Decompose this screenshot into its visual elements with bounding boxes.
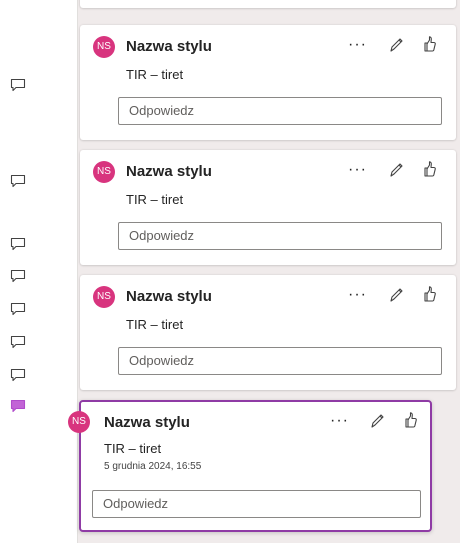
more-options-icon[interactable]: ···: [348, 162, 367, 178]
comment-marker-gutter: [0, 0, 78, 543]
avatar: NS: [93, 161, 115, 183]
comment-author: Nazwa stylu: [104, 414, 190, 431]
more-options-icon[interactable]: ···: [330, 413, 349, 429]
comment-text: TIR – tiret: [104, 441, 162, 456]
comment-card[interactable]: NS Nazwa stylu TIR – tiret ··· Odpowiedz: [80, 150, 456, 265]
comment-card[interactable]: NS Nazwa stylu TIR – tiret ··· Odpowiedz: [80, 275, 456, 390]
comment-card-partial: [80, 0, 456, 8]
comment-icon[interactable]: [10, 269, 26, 283]
thumbs-up-icon[interactable]: [421, 285, 437, 303]
comment-icon[interactable]: [10, 174, 26, 188]
more-options-icon[interactable]: ···: [348, 287, 367, 303]
comment-author: Nazwa stylu: [126, 163, 212, 180]
reply-input[interactable]: Odpowiedz: [118, 97, 442, 125]
reply-input[interactable]: Odpowiedz: [92, 490, 421, 518]
pencil-icon[interactable]: [388, 161, 404, 179]
pencil-icon[interactable]: [388, 286, 404, 304]
pencil-icon[interactable]: [388, 36, 404, 54]
comment-icon[interactable]: [10, 302, 26, 316]
thumbs-up-icon[interactable]: [421, 160, 437, 178]
comment-author: Nazwa stylu: [126, 288, 212, 305]
avatar: NS: [93, 286, 115, 308]
more-options-icon[interactable]: ···: [348, 37, 367, 53]
reply-input[interactable]: Odpowiedz: [118, 347, 442, 375]
comment-icon[interactable]: [10, 78, 26, 92]
avatar: NS: [93, 36, 115, 58]
comment-icon[interactable]: [10, 368, 26, 382]
comment-card[interactable]: NS Nazwa stylu TIR – tiret ··· Odpowiedz: [80, 25, 456, 140]
comment-card-active[interactable]: NS Nazwa stylu TIR – tiret 5 grudnia 202…: [68, 400, 432, 532]
comment-author: Nazwa stylu: [126, 38, 212, 55]
comment-icon-active[interactable]: [10, 399, 26, 413]
reply-input[interactable]: Odpowiedz: [118, 222, 442, 250]
comment-icon[interactable]: [10, 237, 26, 251]
thumbs-up-icon[interactable]: [402, 411, 418, 429]
comment-icon[interactable]: [10, 335, 26, 349]
avatar: NS: [68, 411, 90, 433]
comment-text: TIR – tiret: [126, 317, 184, 332]
thumbs-up-icon[interactable]: [421, 35, 437, 53]
comment-text: TIR – tiret: [126, 192, 184, 207]
comment-timestamp: 5 grudnia 2024, 16:55: [104, 461, 202, 472]
comment-text: TIR – tiret: [126, 67, 184, 82]
pencil-icon[interactable]: [369, 412, 385, 430]
